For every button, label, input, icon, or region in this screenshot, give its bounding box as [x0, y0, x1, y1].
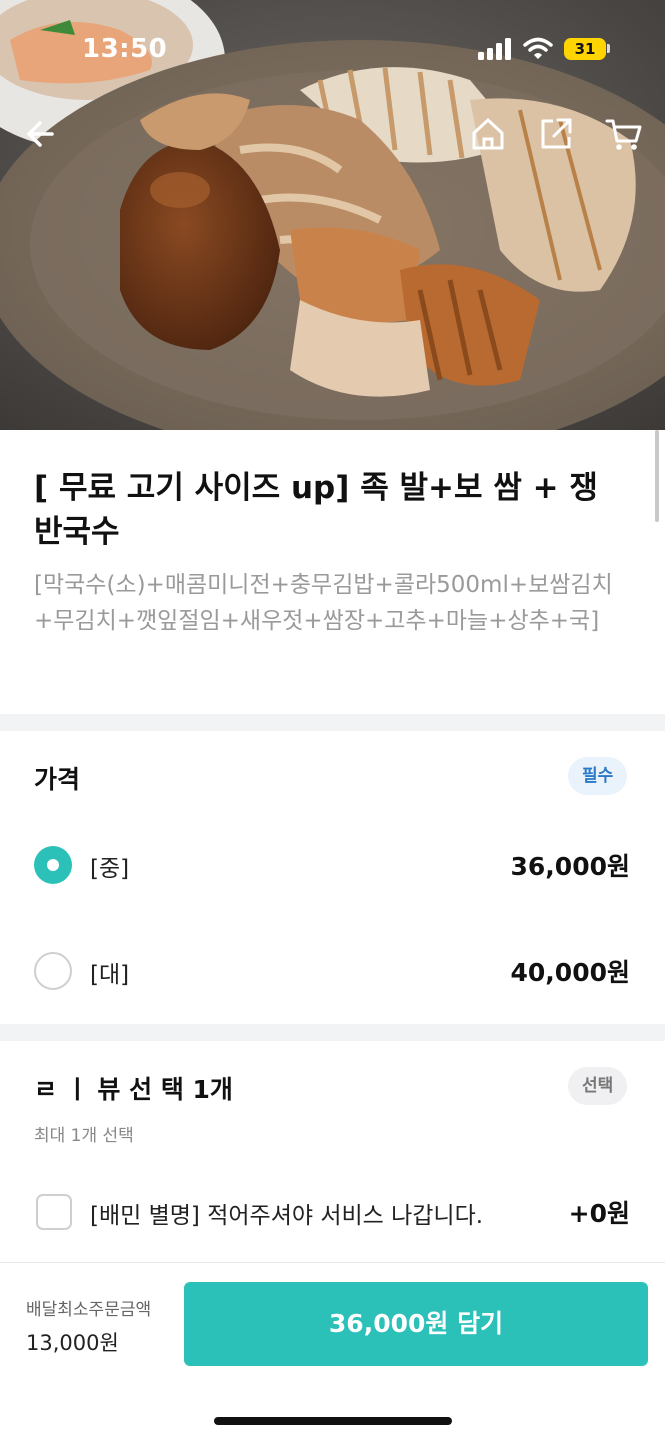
- battery-tip: [607, 44, 610, 53]
- product-description: [막국수(소)+매콤미니전+충무김밥+콜라500ml+보쌈김치+무김치+깻잎절임…: [34, 572, 613, 634]
- radio-selected[interactable]: [34, 846, 72, 884]
- min-order-value: 13,000원: [26, 1331, 119, 1355]
- review-option[interactable]: [배민 별명] 적어주셔야 서비스 나갑니다. +0원: [0, 1184, 665, 1244]
- scroll-indicator[interactable]: [655, 430, 659, 522]
- price-section-title: 가격: [34, 765, 81, 794]
- wifi-icon: [523, 37, 553, 59]
- price-option-large[interactable]: [대] 40,000원: [0, 943, 665, 1003]
- battery-icon: 31: [564, 38, 606, 60]
- radio-unselected[interactable]: [34, 952, 72, 990]
- option-label: [중]: [90, 856, 130, 882]
- required-badge: 필수: [568, 757, 628, 795]
- option-label: [배민 별명] 적어주셔야 서비스 나갑니다.: [90, 1203, 484, 1229]
- price-option-medium[interactable]: [중] 36,000원: [0, 837, 665, 897]
- signal-icon: [478, 38, 511, 60]
- option-price: +0원: [568, 1199, 630, 1228]
- section-divider: [0, 714, 665, 731]
- product-title: [ 무료 고기 사이즈 up] 족 발+보 쌈 + 쟁 반국수: [34, 470, 598, 550]
- option-price: 40,000원: [510, 958, 630, 987]
- status-bar: 13:50 31: [0, 0, 665, 100]
- option-price: 36,000원: [510, 852, 630, 881]
- home-icon[interactable]: [468, 114, 508, 154]
- review-section-title: ㄹ ㅣ 뷰 선 택 1개: [34, 1075, 233, 1104]
- optional-badge: 선택: [568, 1067, 628, 1105]
- share-icon[interactable]: [536, 114, 576, 154]
- min-order-label: 배달최소주문금액: [26, 1300, 152, 1320]
- max-select-note: 최대 1개 선택: [34, 1126, 134, 1146]
- status-time: 13:50: [82, 34, 168, 64]
- add-to-cart-button[interactable]: 36,000원 담기: [184, 1282, 648, 1366]
- option-label: [대]: [90, 962, 130, 988]
- checkbox[interactable]: [36, 1194, 72, 1230]
- home-indicator: [214, 1417, 452, 1425]
- cart-icon[interactable]: [604, 114, 644, 154]
- back-arrow-icon[interactable]: [22, 114, 62, 154]
- section-divider: [0, 1024, 665, 1041]
- bottom-action-bar: 배달최소주문금액 13,000원 36,000원 담기: [0, 1262, 665, 1441]
